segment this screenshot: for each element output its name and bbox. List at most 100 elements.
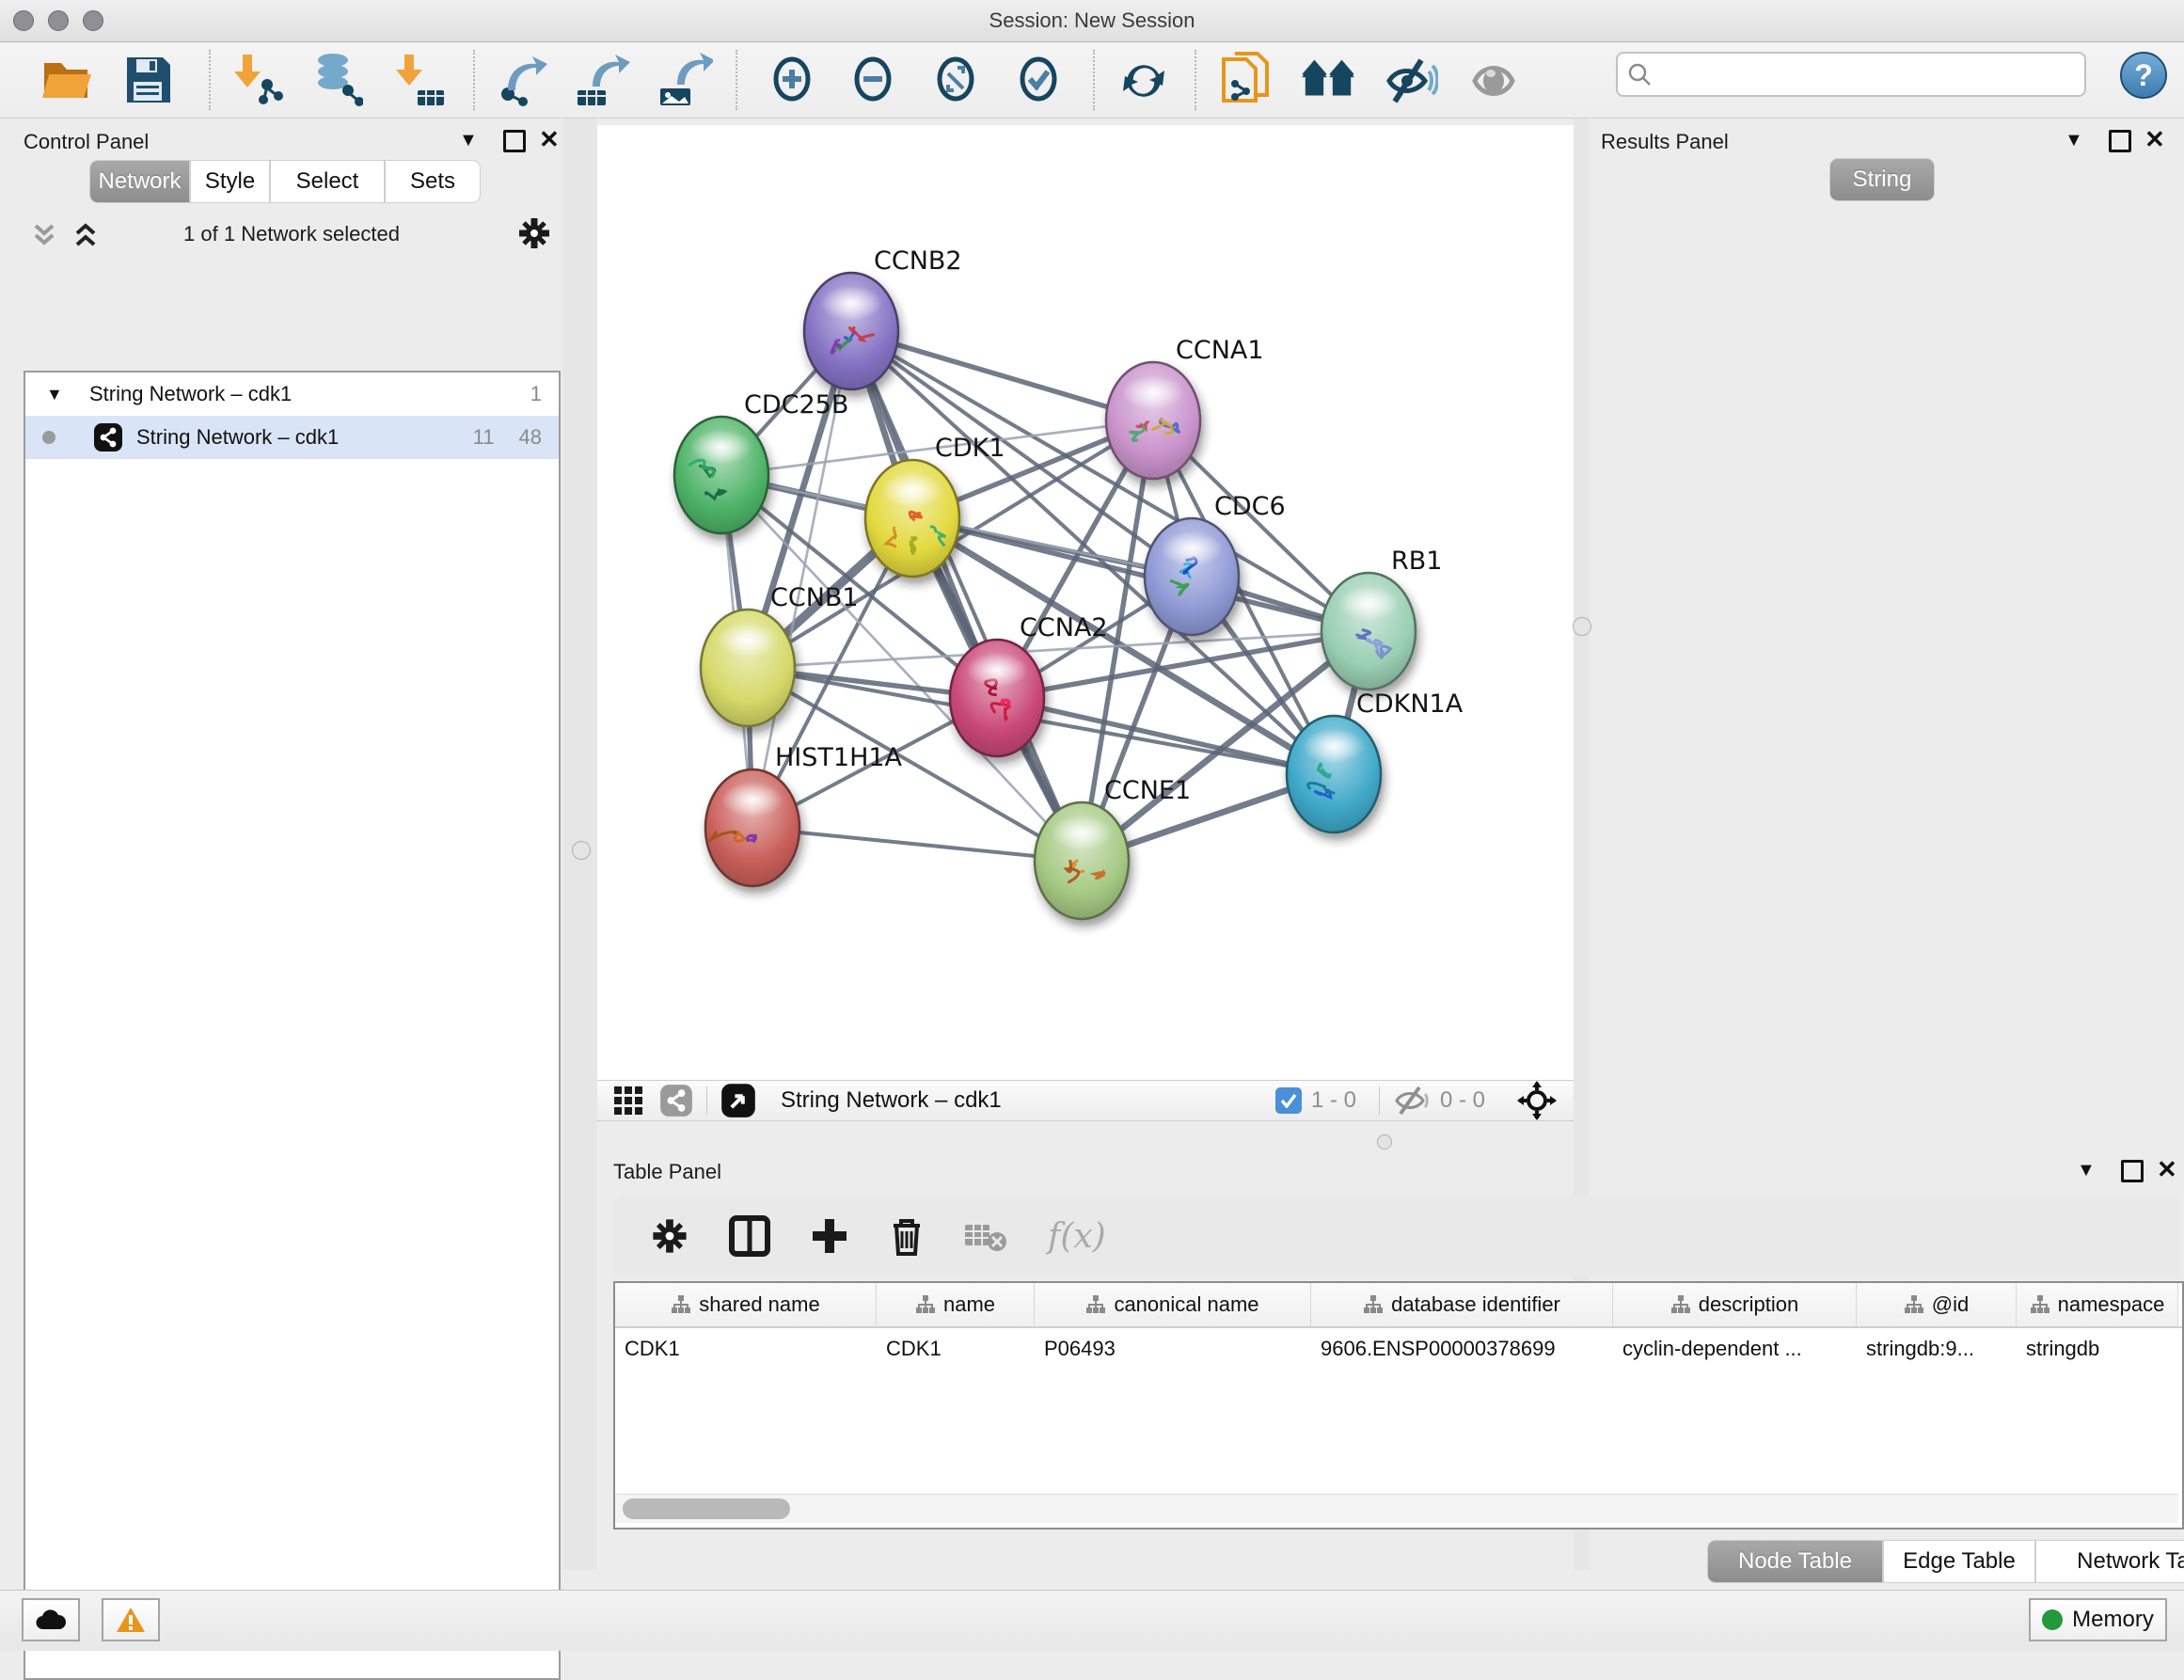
network-type-icon[interactable] bbox=[659, 1084, 693, 1117]
memory-button[interactable]: Memory bbox=[2029, 1598, 2167, 1641]
right-splitter-handle[interactable] bbox=[1573, 617, 1591, 636]
show-all-icon[interactable] bbox=[1465, 52, 1522, 108]
cloud-button[interactable] bbox=[22, 1598, 80, 1641]
expand-all-tree-icon[interactable] bbox=[70, 220, 102, 250]
network-collection-row[interactable]: ▼ String Network – cdk1 1 bbox=[25, 372, 559, 416]
node-CDC25B[interactable] bbox=[674, 417, 768, 533]
column-type-icon bbox=[1670, 1294, 1691, 1315]
birdseye-view-icon[interactable] bbox=[720, 1083, 756, 1118]
fit-selected-crosshair-icon[interactable] bbox=[1517, 1081, 1557, 1120]
bottom-splitter-handle[interactable] bbox=[1377, 1134, 1392, 1149]
edge-CDK1-RB1[interactable] bbox=[912, 518, 1369, 631]
results-panel-close-icon[interactable]: ✕ bbox=[2144, 131, 2165, 148]
column-header-namespace[interactable]: namespace bbox=[2017, 1283, 2178, 1326]
node-CCNA2[interactable] bbox=[950, 640, 1044, 756]
tab-sets[interactable]: Sets bbox=[385, 160, 481, 203]
zoom-fit-icon[interactable] bbox=[927, 52, 984, 108]
node-CDK1[interactable] bbox=[865, 460, 959, 577]
edge-CCNA2-CDKN1A[interactable] bbox=[997, 698, 1334, 774]
save-session-icon[interactable] bbox=[120, 52, 177, 108]
table-row[interactable]: CDK1CDK1P064939606.ENSP00000378699cyclin… bbox=[615, 1328, 2182, 1370]
tab-node-table[interactable]: Node Table bbox=[1707, 1540, 1883, 1583]
add-column-icon[interactable] bbox=[809, 1215, 850, 1257]
results-panel-float-icon[interactable] bbox=[2109, 130, 2131, 152]
delete-table-icon[interactable] bbox=[963, 1219, 1006, 1253]
column-header-description[interactable]: description bbox=[1613, 1283, 1857, 1326]
cloud-icon bbox=[35, 1609, 67, 1631]
table-hscroll-thumb[interactable] bbox=[623, 1498, 790, 1519]
export-network-icon[interactable] bbox=[493, 52, 549, 108]
open-session-icon[interactable] bbox=[40, 52, 96, 108]
tree-expander-icon[interactable]: ▼ bbox=[46, 385, 72, 404]
zoom-out-icon[interactable] bbox=[845, 52, 901, 108]
edge-CCNB2-CCNE1[interactable] bbox=[851, 331, 1082, 861]
hidden-eye-icon[interactable] bbox=[1393, 1085, 1431, 1117]
table-panel-menu-icon[interactable]: ▼ bbox=[2077, 1160, 2096, 1181]
node-CCNB1[interactable] bbox=[701, 610, 795, 726]
warnings-button[interactable] bbox=[102, 1598, 160, 1641]
import-table-file-icon[interactable] bbox=[391, 52, 448, 108]
show-columns-icon[interactable] bbox=[728, 1214, 771, 1258]
table-cell[interactable]: P06493 bbox=[1035, 1328, 1311, 1370]
node-CCNE1[interactable] bbox=[1035, 802, 1129, 919]
column-header-shared-name[interactable]: shared name bbox=[615, 1283, 877, 1326]
tab-edge-table[interactable]: Edge Table bbox=[1883, 1540, 2035, 1583]
function-builder-icon[interactable]: f(x) bbox=[1048, 1217, 1106, 1256]
first-neighbors-icon[interactable] bbox=[1217, 52, 1274, 108]
control-panel-menu-icon[interactable]: ▼ bbox=[459, 130, 478, 151]
network-view-title: String Network – cdk1 bbox=[781, 1087, 1002, 1114]
table-panel-float-icon[interactable] bbox=[2121, 1160, 2144, 1182]
left-splitter-handle[interactable] bbox=[572, 841, 591, 860]
collapse-all-tree-icon[interactable] bbox=[28, 220, 60, 250]
zoom-selected-icon[interactable] bbox=[1010, 52, 1067, 108]
column-header-database-identifier[interactable]: database identifier bbox=[1311, 1283, 1613, 1326]
table-cell[interactable]: stringdb bbox=[2017, 1328, 2178, 1370]
column-header-@id[interactable]: @id bbox=[1857, 1283, 2017, 1326]
grid-view-icon[interactable] bbox=[612, 1085, 644, 1117]
tab-string[interactable]: String bbox=[1829, 158, 1935, 201]
node-HIST1H1A[interactable] bbox=[705, 769, 799, 886]
refresh-layout-icon[interactable] bbox=[1116, 52, 1172, 108]
control-panel-float-icon[interactable] bbox=[503, 130, 526, 152]
export-image-icon[interactable] bbox=[657, 52, 713, 108]
selected-checkbox-icon[interactable] bbox=[1275, 1087, 1302, 1114]
network-options-gear-icon[interactable] bbox=[515, 214, 553, 252]
delete-column-icon[interactable] bbox=[888, 1214, 926, 1258]
table-settings-gear-icon[interactable] bbox=[649, 1215, 690, 1257]
column-type-icon bbox=[915, 1294, 936, 1315]
search-box[interactable] bbox=[1616, 52, 2086, 97]
table-cell[interactable]: cyclin-dependent ... bbox=[1613, 1328, 1857, 1370]
search-input[interactable] bbox=[1661, 61, 2084, 87]
node-RB1[interactable] bbox=[1321, 573, 1416, 689]
node-CDC6[interactable] bbox=[1145, 518, 1239, 635]
import-network-file-icon[interactable] bbox=[229, 52, 286, 108]
tab-select[interactable]: Select bbox=[270, 160, 385, 203]
column-header-name[interactable]: name bbox=[877, 1283, 1035, 1326]
node-CCNA1[interactable] bbox=[1106, 362, 1200, 479]
table-panel-close-icon[interactable]: ✕ bbox=[2157, 1161, 2177, 1178]
tab-style[interactable]: Style bbox=[190, 160, 270, 203]
table-cell[interactable]: CDK1 bbox=[615, 1328, 877, 1370]
table-cell[interactable]: stringdb:9... bbox=[1857, 1328, 2017, 1370]
network-status-dot-icon bbox=[42, 431, 55, 444]
import-network-database-icon[interactable] bbox=[309, 52, 365, 108]
tab-network-table[interactable]: Network Table bbox=[2035, 1540, 2184, 1583]
results-panel-menu-icon[interactable]: ▼ bbox=[2065, 130, 2083, 151]
column-header-canonical-name[interactable]: canonical name bbox=[1035, 1283, 1311, 1326]
node-CCNB2[interactable] bbox=[804, 273, 898, 389]
network-row[interactable]: String Network – cdk1 11 48 bbox=[25, 416, 559, 459]
zoom-in-icon[interactable] bbox=[764, 52, 820, 108]
control-panel-close-icon[interactable]: ✕ bbox=[539, 131, 560, 148]
tab-network[interactable]: Network bbox=[89, 160, 190, 203]
table-horizontal-scrollbar[interactable] bbox=[615, 1494, 2178, 1523]
table-cell[interactable]: CDK1 bbox=[877, 1328, 1035, 1370]
node-CDKN1A[interactable] bbox=[1287, 716, 1381, 832]
network-canvas[interactable]: CCNB2CCNA1CDC25BCDK1CDC6RB1CCNB1CCNA2CDK… bbox=[597, 125, 1574, 1080]
hide-selected-icon[interactable] bbox=[1383, 52, 1439, 108]
window-title: Session: New Session bbox=[0, 8, 2184, 33]
help-icon[interactable]: ? bbox=[2120, 52, 2167, 99]
results-panel-title: Results Panel bbox=[1601, 130, 1729, 154]
export-table-icon[interactable] bbox=[574, 52, 630, 108]
home-view-icon[interactable] bbox=[1300, 52, 1356, 108]
table-cell[interactable]: 9606.ENSP00000378699 bbox=[1311, 1328, 1613, 1370]
